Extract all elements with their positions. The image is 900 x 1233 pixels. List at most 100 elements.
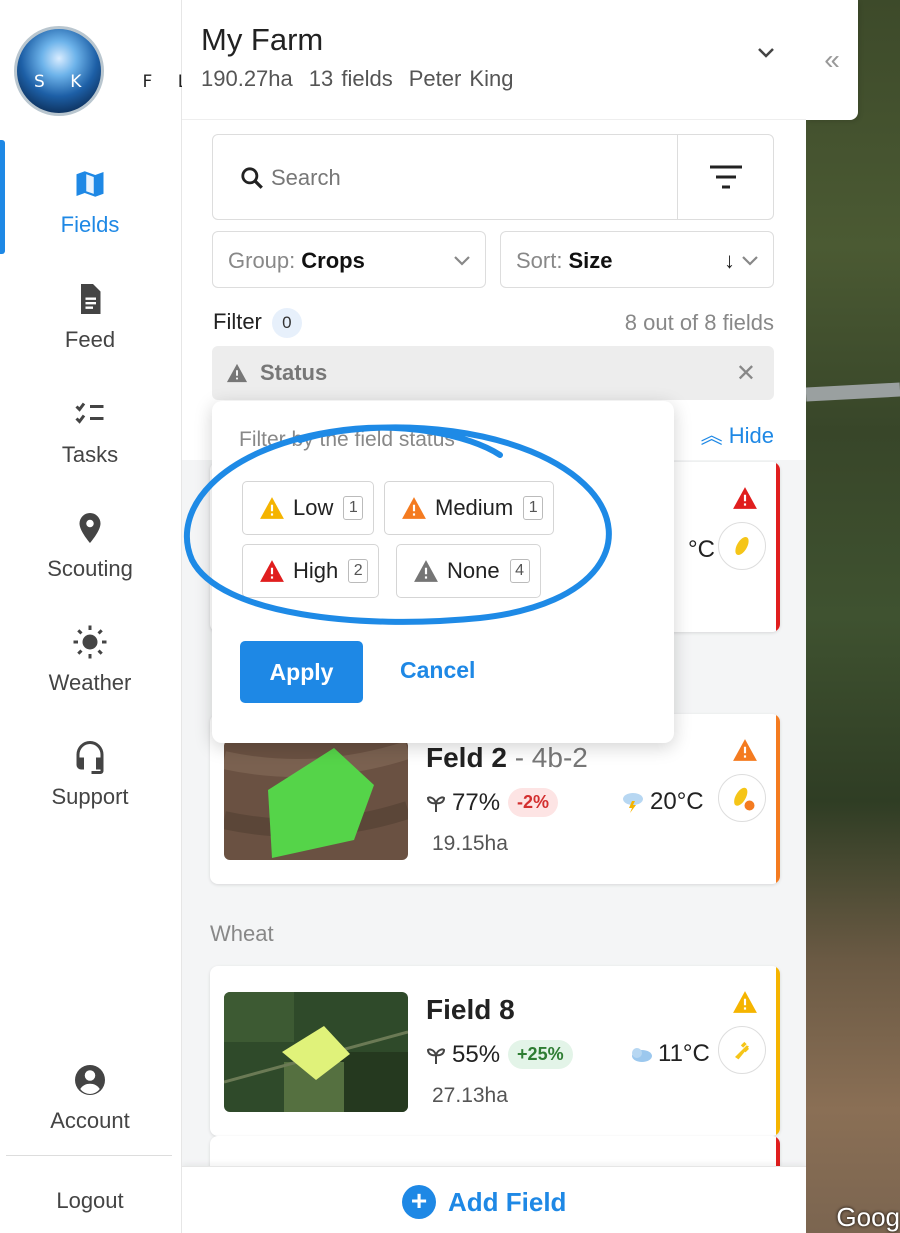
chevron-down-icon[interactable]: [754, 40, 778, 64]
sidebar-item-weather[interactable]: Weather: [0, 624, 180, 696]
chevron-down-icon: [742, 256, 758, 266]
field-name-text: Feld 2: [426, 742, 507, 773]
search-box: [212, 134, 774, 220]
ndvi-value: 55%: [452, 1040, 501, 1068]
warning-triangle-icon: [402, 497, 426, 519]
field-subname: - 4b-2: [506, 742, 588, 773]
option-label: Medium: [435, 495, 514, 520]
status-filter-chip[interactable]: Status ✕: [212, 346, 774, 400]
map-view[interactable]: Goog: [806, 0, 900, 1233]
location-pin-icon: [79, 513, 101, 543]
search-input[interactable]: [271, 159, 651, 197]
farm-area: 190.27ha: [201, 66, 293, 91]
group-label: Group: Crops: [228, 248, 365, 274]
field-count-text: 8 out of 8 fields: [624, 310, 774, 335]
sort-direction-icon[interactable]: ↓: [724, 248, 735, 274]
add-field-label: Add Field: [448, 1186, 567, 1217]
status-bar: [776, 966, 780, 1136]
option-count: 1: [523, 496, 544, 520]
field-area: 19.15ha: [432, 832, 508, 855]
ndvi-change-badge: +25%: [508, 1040, 573, 1069]
sidebar-item-account[interactable]: Account: [0, 1062, 180, 1134]
chevron-down-icon: [454, 256, 470, 266]
field-ndvi: 55% +25%: [426, 1040, 573, 1069]
warning-triangle-icon: [260, 560, 284, 582]
farm-field-count: 13 fields: [308, 66, 393, 91]
hide-filters-link[interactable]: ︽ Hide: [701, 418, 774, 450]
status-option-none[interactable]: None 4: [396, 544, 541, 598]
sidebar-item-label: Feed: [64, 327, 116, 352]
group-header-wheat: Wheat: [210, 921, 274, 946]
option-label: High: [293, 558, 339, 583]
ndvi-change-badge: -2%: [508, 788, 559, 817]
temperature-value: 11°C: [658, 1040, 710, 1067]
collapse-panel-button[interactable]: «: [806, 0, 858, 120]
checklist-icon: [75, 402, 104, 424]
sidebar-item-label: Account: [50, 1108, 130, 1133]
account-icon: [75, 1065, 105, 1095]
warning-triangle-icon: [414, 560, 438, 582]
temperature-value: 20°C: [650, 788, 704, 815]
field-weather: 20°C: [620, 788, 704, 816]
sidebar-item-fields[interactable]: Fields: [0, 140, 180, 254]
field-name: Field 8: [426, 994, 515, 1026]
sidebar-item-label: Fields: [60, 212, 120, 237]
sidebar-item-label: Support: [51, 784, 129, 809]
logout-link[interactable]: Logout: [0, 1188, 180, 1214]
status-option-medium[interactable]: Medium 1: [384, 481, 555, 535]
sidebar-item-label: Tasks: [61, 442, 119, 467]
farm-header[interactable]: My Farm 190.27ha 13 fields Peter King: [182, 0, 806, 120]
sprout-icon: [426, 796, 446, 812]
apply-button[interactable]: Apply: [240, 641, 363, 703]
sun-icon: [73, 625, 107, 659]
field-area: 27.13ha: [432, 1084, 508, 1107]
sort-select[interactable]: Sort: Size ↓: [500, 231, 774, 288]
double-chevron-up-icon: ︽: [700, 423, 723, 448]
ndvi-value: 77%: [452, 788, 501, 816]
sort-label: Sort: Size: [516, 248, 613, 274]
panel-footer: + Add Field: [182, 1166, 806, 1233]
corn-icon: [718, 774, 766, 822]
logo-globe: [14, 26, 104, 116]
cancel-button[interactable]: Cancel: [400, 657, 475, 684]
cloudy-icon: [632, 1048, 652, 1062]
sidebar-item-tasks[interactable]: Tasks: [0, 396, 180, 468]
filter-button[interactable]: [677, 135, 773, 219]
add-field-button[interactable]: + Add Field: [402, 1185, 566, 1219]
field-name: Feld 2 - 4b-2: [426, 742, 588, 774]
field-card[interactable]: Field 8 55% +25% 11°C 27.13ha: [210, 966, 780, 1136]
warning-triangle-icon: [226, 363, 248, 383]
field-weather: 11°C: [628, 1040, 710, 1068]
field-name-text: Field 8: [426, 994, 515, 1025]
logo: S K Y F L D: [14, 26, 226, 118]
map-watermark: Goog: [836, 1202, 900, 1232]
option-label: None: [447, 558, 500, 583]
close-icon[interactable]: ✕: [736, 359, 756, 388]
field-temperature: °C: [688, 536, 715, 563]
sidebar-item-scouting[interactable]: Scouting: [0, 510, 180, 582]
document-icon: [81, 284, 101, 314]
farm-owner: Peter King: [408, 66, 514, 91]
option-count: 1: [343, 496, 364, 520]
field-ndvi: 77% -2%: [426, 788, 559, 817]
option-count: 2: [348, 559, 369, 583]
sidebar-nav: S K Y F L D Fields Feed Tasks Scouting W…: [0, 0, 226, 1233]
status-option-low[interactable]: Low 1: [242, 481, 375, 535]
search-icon: [241, 167, 263, 189]
farm-meta: 190.27ha 13 fields Peter King: [201, 66, 529, 92]
group-label-text: Group:: [228, 248, 296, 273]
group-value: Crops: [301, 248, 365, 273]
sidebar-item-label: Scouting: [47, 556, 133, 581]
sidebar-item-support[interactable]: Support: [0, 738, 180, 810]
status-option-high[interactable]: High 2: [242, 544, 380, 598]
sidebar-item-feed[interactable]: Feed: [0, 281, 180, 353]
sidebar-item-label: Weather: [48, 670, 132, 695]
status-bar: [776, 714, 780, 884]
group-select[interactable]: Group: Crops: [212, 231, 486, 288]
panel-controls: My Farm 190.27ha 13 fields Peter King Grou…: [182, 0, 806, 460]
logo-letters: S K Y: [34, 72, 128, 92]
filter-count-badge: 0: [271, 308, 302, 338]
warning-triangle-icon: [733, 487, 757, 509]
hide-label: Hide: [728, 423, 774, 448]
map-icon: [76, 171, 104, 197]
